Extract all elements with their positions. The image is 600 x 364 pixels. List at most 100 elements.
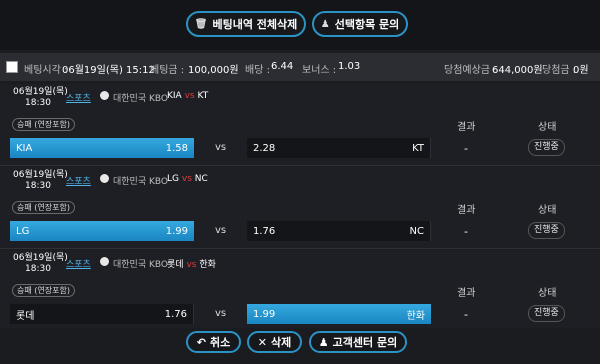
win-amount-value: 0원 bbox=[573, 65, 589, 76]
bonus-value: 1.03 bbox=[338, 61, 361, 72]
match-time: 18:30 bbox=[25, 98, 51, 108]
bet-summary-header: 베팅시각 : 06월19일(목) 15:12 베팅금 : 100,000원 배당… bbox=[0, 53, 600, 81]
odds-value: 6.44 bbox=[271, 61, 294, 72]
vs-label: vs bbox=[215, 225, 227, 236]
customer-support-button[interactable]: ♟ 고객센터 문의 bbox=[309, 331, 407, 353]
match-away-team: 한화 bbox=[199, 260, 216, 270]
expected-win-value: 644,000원 bbox=[492, 65, 543, 76]
away-odds-option[interactable]: 1.76 NC bbox=[247, 221, 431, 241]
inquire-selected-label: 선택항목 문의 bbox=[334, 18, 400, 31]
match-date: 06월19일(목) bbox=[13, 87, 68, 97]
match-home-team: KIA bbox=[167, 91, 182, 101]
home-odds-option[interactable]: KIA 1.58 bbox=[10, 138, 194, 158]
vs-label: vs bbox=[215, 142, 227, 153]
bet-amount-value: 100,000원 bbox=[188, 65, 239, 76]
home-team-name: 롯데 bbox=[16, 310, 35, 322]
away-odds: 1.76 bbox=[253, 225, 276, 237]
undo-icon: ↶ bbox=[196, 335, 206, 349]
user-icon: ♟ bbox=[318, 335, 329, 349]
match-vs: vs bbox=[184, 91, 195, 101]
match-away-team: KT bbox=[197, 91, 209, 101]
league-name: 대한민국 KBO bbox=[113, 94, 168, 104]
status-badge: 진행중 bbox=[528, 305, 565, 322]
match-datetime: 06월19일(목) 18:30 bbox=[13, 170, 68, 192]
home-odds: 1.99 bbox=[165, 225, 188, 237]
sport-link[interactable]: 스포츠 bbox=[66, 174, 91, 187]
match-time: 18:30 bbox=[25, 264, 51, 274]
top-toolbar: 🗑 베팅내역 전체삭제 ♟ 선택항목 문의 bbox=[0, 0, 600, 50]
market-type-badge: 승패 (연장포함) bbox=[12, 201, 75, 214]
status-badge: 진행중 bbox=[528, 222, 565, 239]
league-name: 대한민국 KBO bbox=[113, 260, 168, 270]
result-header: 결과 bbox=[457, 122, 476, 133]
bottom-toolbar: ↶ 취소 ✕ 삭제 ♟ 고객센터 문의 bbox=[0, 328, 600, 356]
market-type-badge: 승패 (연장포함) bbox=[12, 118, 75, 131]
close-icon: ✕ bbox=[257, 335, 267, 349]
away-odds: 1.99 bbox=[253, 308, 276, 320]
match-datetime: 06월19일(목) 18:30 bbox=[13, 87, 68, 109]
user-icon: ♟ bbox=[320, 18, 330, 30]
win-amount-label: 당첨금 : bbox=[542, 65, 577, 76]
select-bet-checkbox[interactable] bbox=[6, 61, 18, 73]
vs-label: vs bbox=[215, 308, 227, 319]
status-header: 상태 bbox=[538, 122, 557, 133]
away-team-name: KT bbox=[412, 142, 424, 154]
baseball-icon bbox=[100, 91, 109, 100]
bet-row: 06월19일(목) 18:30 스포츠 대한민국 KBO KIA vs KT 승… bbox=[0, 84, 600, 166]
match-vs: vs bbox=[186, 260, 197, 270]
match-away-team: NC bbox=[194, 174, 208, 184]
match-title: KIA vs KT bbox=[167, 91, 208, 101]
away-odds: 2.28 bbox=[253, 142, 276, 154]
match-title: 롯데 vs 한화 bbox=[167, 257, 216, 270]
bet-time-label: 베팅시각 : bbox=[24, 65, 68, 76]
status-header: 상태 bbox=[538, 288, 557, 299]
away-team-name: 한화 bbox=[406, 310, 425, 322]
home-odds-option[interactable]: LG 1.99 bbox=[10, 221, 194, 241]
home-team-name: KIA bbox=[16, 142, 33, 154]
status-header: 상태 bbox=[538, 205, 557, 216]
home-odds-option[interactable]: 롯데 1.76 bbox=[10, 304, 194, 324]
home-odds: 1.58 bbox=[165, 142, 188, 154]
bet-row: 06월19일(목) 18:30 스포츠 대한민국 KBO LG vs NC 승패… bbox=[0, 167, 600, 249]
match-date: 06월19일(목) bbox=[13, 253, 68, 263]
status-badge: 진행중 bbox=[528, 139, 565, 156]
cancel-button[interactable]: ↶ 취소 bbox=[186, 331, 241, 353]
customer-support-label: 고객센터 문의 bbox=[332, 336, 398, 349]
bet-row: 06월19일(목) 18:30 스포츠 대한민국 KBO 롯데 vs 한화 승패… bbox=[0, 250, 600, 332]
match-time: 18:30 bbox=[25, 181, 51, 191]
inquire-selected-button[interactable]: ♟ 선택항목 문의 bbox=[312, 11, 408, 37]
match-vs: vs bbox=[181, 174, 192, 184]
away-odds-option[interactable]: 2.28 KT bbox=[247, 138, 431, 158]
baseball-icon bbox=[100, 257, 109, 266]
away-odds-option[interactable]: 1.99 한화 bbox=[247, 304, 431, 324]
bet-result: - bbox=[464, 308, 468, 321]
odds-label: 배당 : bbox=[245, 65, 270, 76]
sport-link[interactable]: 스포츠 bbox=[66, 257, 91, 270]
match-title: LG vs NC bbox=[167, 174, 208, 184]
bet-result: - bbox=[464, 142, 468, 155]
result-header: 결과 bbox=[457, 205, 476, 216]
match-home-team: 롯데 bbox=[167, 260, 184, 270]
delete-all-bets-label: 베팅내역 전체삭제 bbox=[212, 18, 298, 31]
delete-button[interactable]: ✕ 삭제 bbox=[247, 331, 302, 353]
home-team-name: LG bbox=[16, 225, 30, 237]
bet-amount-label: 베팅금 : bbox=[150, 65, 185, 76]
delete-all-bets-button[interactable]: 🗑 베팅내역 전체삭제 bbox=[186, 11, 306, 37]
bet-result: - bbox=[464, 225, 468, 238]
match-home-team: LG bbox=[167, 174, 179, 184]
cancel-label: 취소 bbox=[209, 336, 231, 349]
baseball-icon bbox=[100, 174, 109, 183]
away-team-name: NC bbox=[409, 225, 424, 237]
expected-win-label: 당첨예상금 : bbox=[444, 65, 497, 76]
market-type-badge: 승패 (연장포함) bbox=[12, 284, 75, 297]
sport-link[interactable]: 스포츠 bbox=[66, 91, 91, 104]
trash-icon: 🗑 bbox=[194, 18, 208, 30]
result-header: 결과 bbox=[457, 288, 476, 299]
delete-label: 삭제 bbox=[270, 336, 292, 349]
match-date: 06월19일(목) bbox=[13, 170, 68, 180]
home-odds: 1.76 bbox=[164, 308, 187, 320]
bonus-label: 보너스 : bbox=[302, 65, 337, 76]
match-datetime: 06월19일(목) 18:30 bbox=[13, 253, 68, 275]
bet-time-value: 06월19일(목) 15:12 bbox=[62, 65, 155, 76]
league-name: 대한민국 KBO bbox=[113, 177, 168, 187]
